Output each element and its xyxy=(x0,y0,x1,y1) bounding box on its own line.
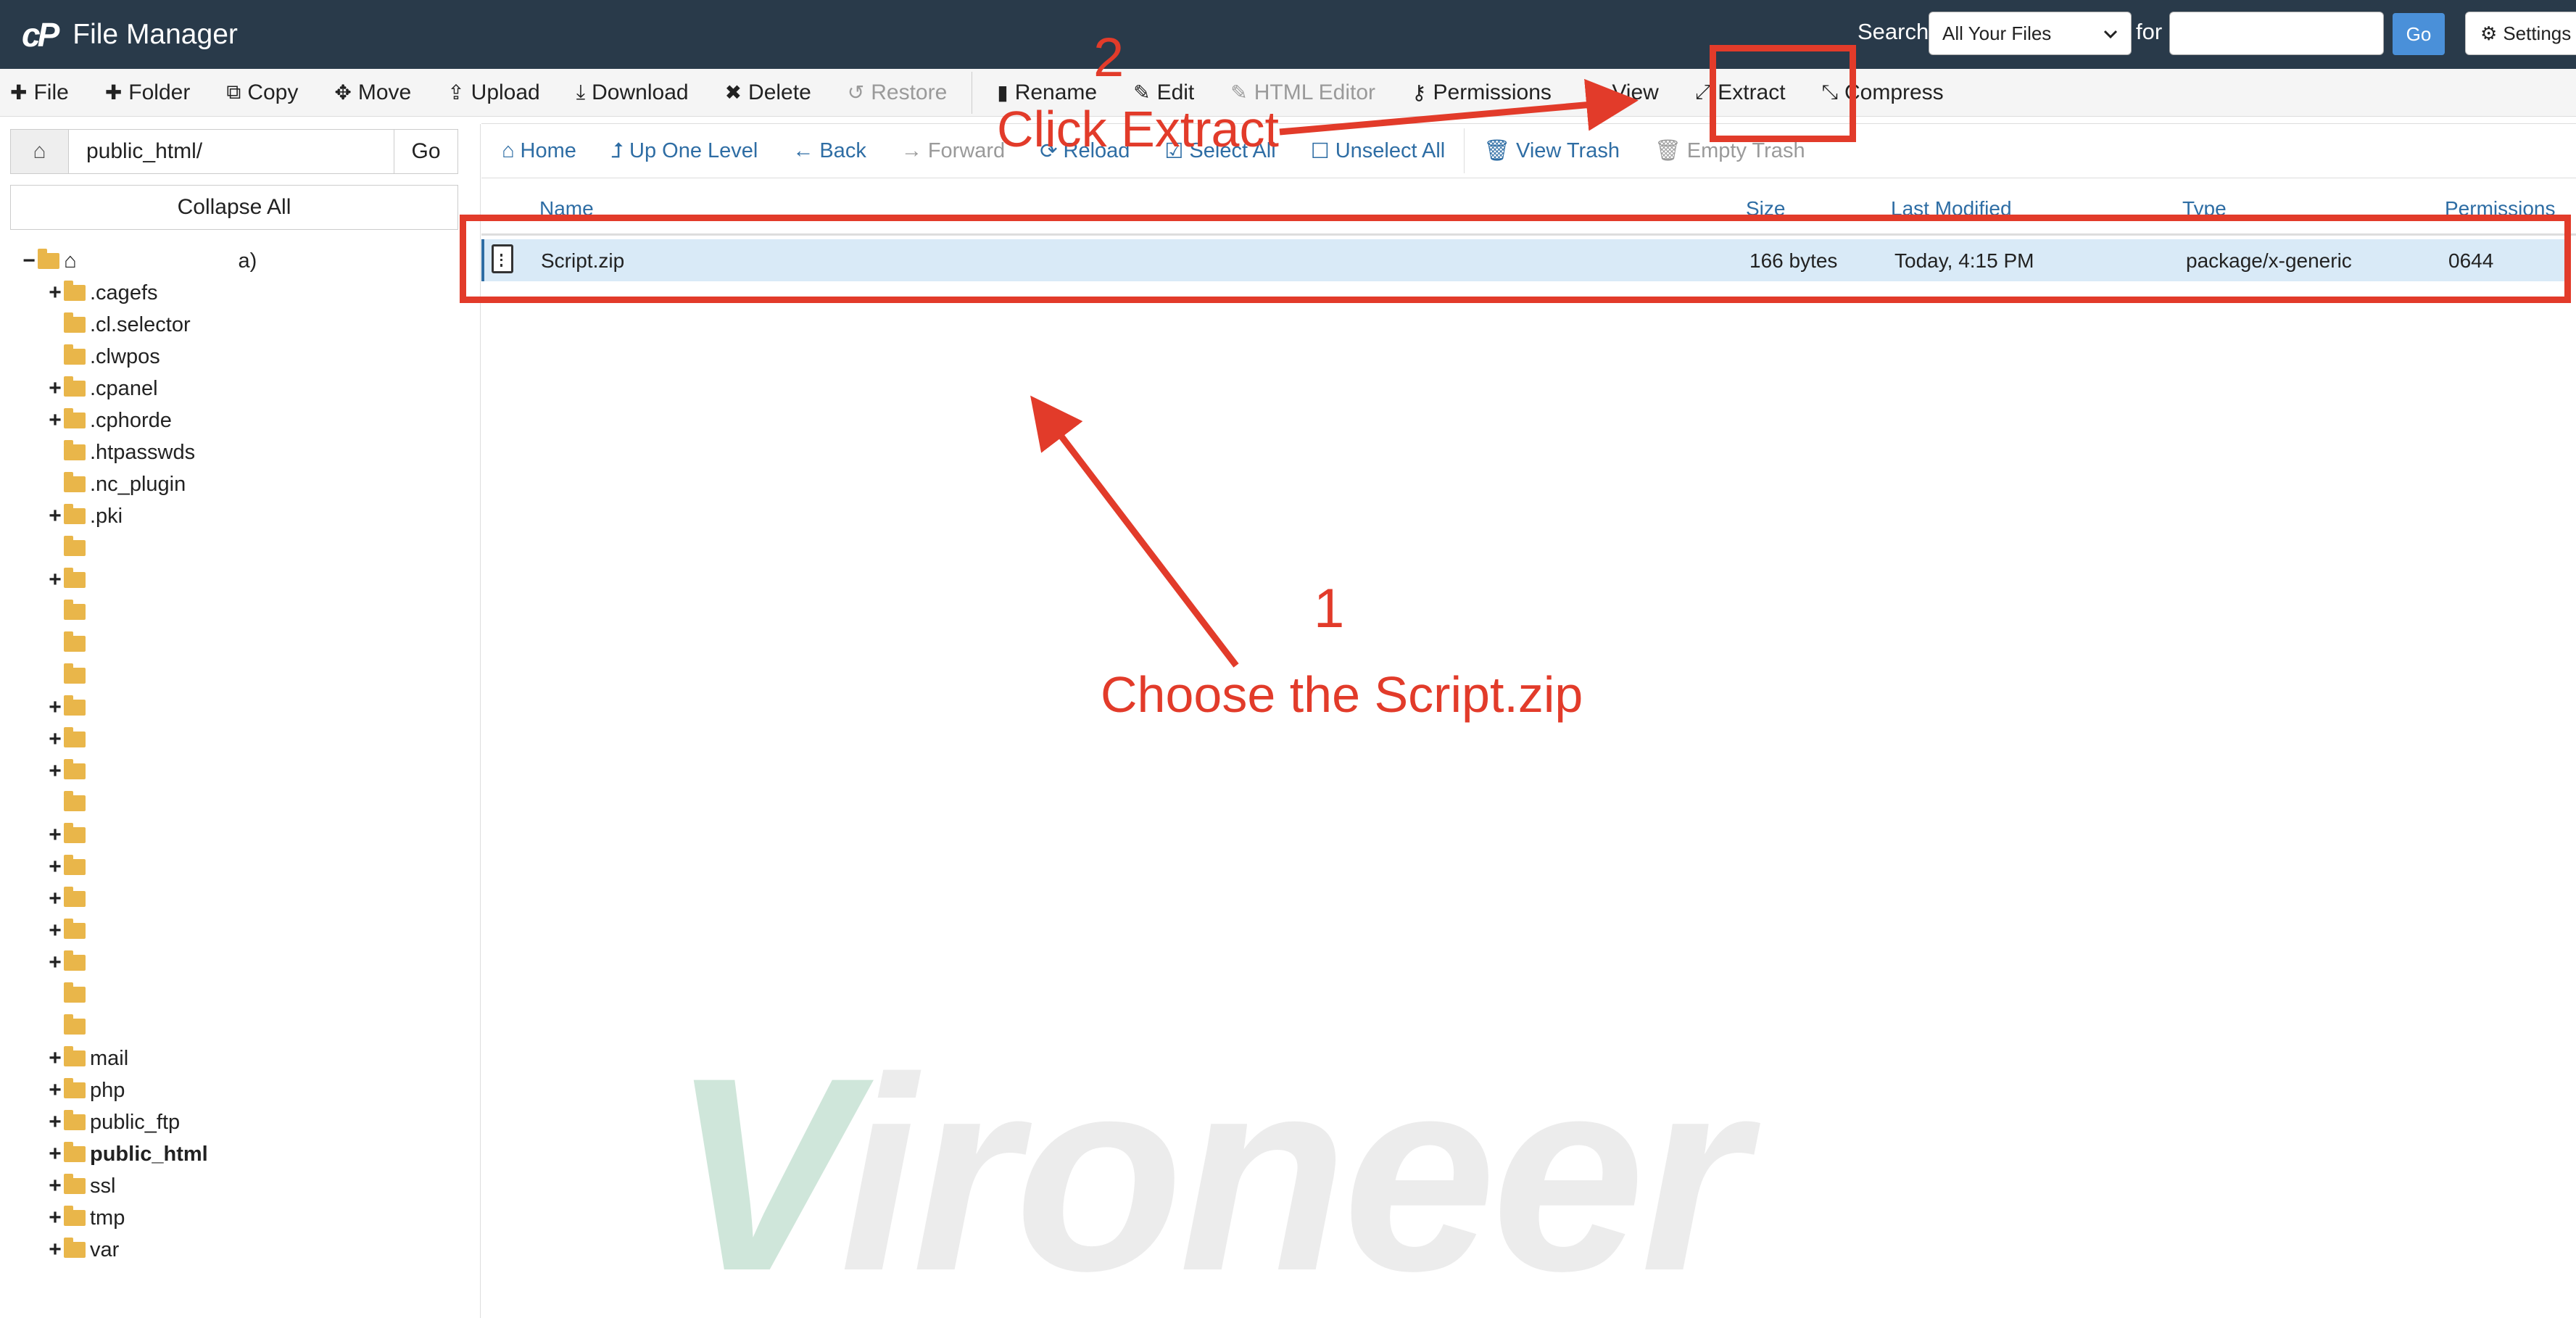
annotation-step2-number: 2 xyxy=(1093,27,1125,88)
annotation-step1-number: 1 xyxy=(1314,578,1345,639)
annotation-arrow-step2 xyxy=(1279,78,1639,136)
annotation-step2-text: Click Extract xyxy=(997,101,1279,157)
annotation-arrows xyxy=(1030,78,1639,668)
annotation-arrow-step1 xyxy=(1030,395,1239,668)
annotation-step1-text: Choose the Script.zip xyxy=(1101,666,1583,723)
